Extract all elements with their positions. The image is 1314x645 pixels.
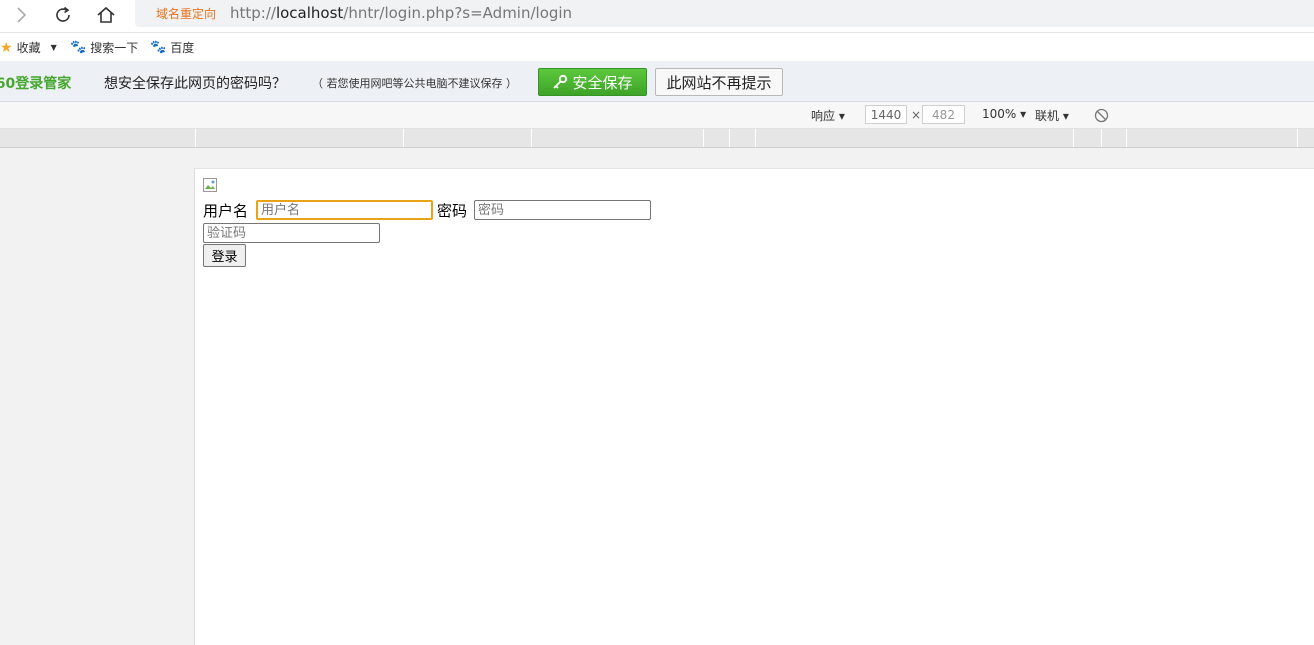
reload-button[interactable] <box>48 2 78 28</box>
chevron-right-icon <box>17 7 27 23</box>
broken-image-icon <box>203 178 217 192</box>
height-input[interactable]: 482 <box>922 105 965 124</box>
ruler-segment <box>703 129 704 147</box>
key-icon <box>553 74 568 89</box>
home-button[interactable] <box>91 2 121 28</box>
ruler-segment <box>755 129 756 147</box>
password-input[interactable] <box>474 200 651 220</box>
network-select[interactable]: 联机 ▾ <box>1035 107 1069 124</box>
browser-toolbar: 域名重定向 http://localhost/hntr/login.php?s=… <box>0 0 1314 33</box>
login-manager-logo: 360登录管家 <box>0 76 72 92</box>
password-label: 密码 <box>437 202 468 220</box>
ruler-segment <box>195 129 196 147</box>
star-icon: ★ <box>0 39 13 56</box>
ruler-segment <box>1297 129 1298 147</box>
ruler-segment <box>403 129 404 147</box>
ruler-segment <box>1101 129 1102 147</box>
username-label: 用户名 <box>203 202 249 220</box>
width-input[interactable]: 1440 <box>865 105 907 124</box>
device-mode-select[interactable]: 响应 ▾ <box>811 107 845 124</box>
public-computer-note: （ 若您使用网吧等公共电脑不建议保存 ） <box>312 77 517 90</box>
ruler-segment <box>1126 129 1127 147</box>
bookmarks-bar: ★ 收藏 ▼ 🐾 搜索一下 🐾 百度 <box>0 33 1314 61</box>
secure-save-button[interactable]: 安全保存 <box>538 68 647 96</box>
never-remind-button[interactable]: 此网站不再提示 <box>655 68 783 96</box>
baidu-paw-icon: 🐾 <box>70 40 87 55</box>
media-query-ruler[interactable] <box>0 129 1314 148</box>
dropdown-arrow-icon: ▼ <box>50 43 57 52</box>
bookmark-favorites[interactable]: ★ 收藏 ▼ <box>0 39 57 56</box>
rotate-icon[interactable] <box>1094 108 1109 123</box>
redirect-badge[interactable]: 域名重定向 <box>156 5 216 22</box>
password-manager-bar: 360登录管家 想安全保存此网页的密码吗？ （ 若您使用网吧等公共电脑不建议保存… <box>0 62 1314 102</box>
bookmark-baidu[interactable]: 🐾 百度 <box>150 39 194 56</box>
save-password-prompt: 想安全保存此网页的密码吗？ <box>104 76 286 92</box>
reload-icon <box>56 6 70 22</box>
login-button[interactable]: 登录 <box>203 244 246 267</box>
ruler-segment <box>729 129 730 147</box>
zoom-select[interactable]: 100% ▾ <box>982 107 1026 121</box>
device-toolbar: 响应 ▾ 1440 × 482 100% ▾ 联机 ▾ <box>0 102 1314 129</box>
url-text[interactable]: http://localhost/hntr/login.php?s=Admin/… <box>230 4 572 22</box>
captcha-input[interactable] <box>203 223 380 243</box>
username-input[interactable] <box>256 200 433 220</box>
ruler-segment <box>1073 129 1074 147</box>
times-icon: × <box>911 108 922 122</box>
ruler-segment <box>531 129 532 147</box>
bookmark-search[interactable]: 🐾 搜索一下 <box>70 39 138 56</box>
forward-button[interactable] <box>6 2 36 28</box>
home-icon <box>97 6 115 23</box>
baidu-paw-icon: 🐾 <box>150 40 167 55</box>
